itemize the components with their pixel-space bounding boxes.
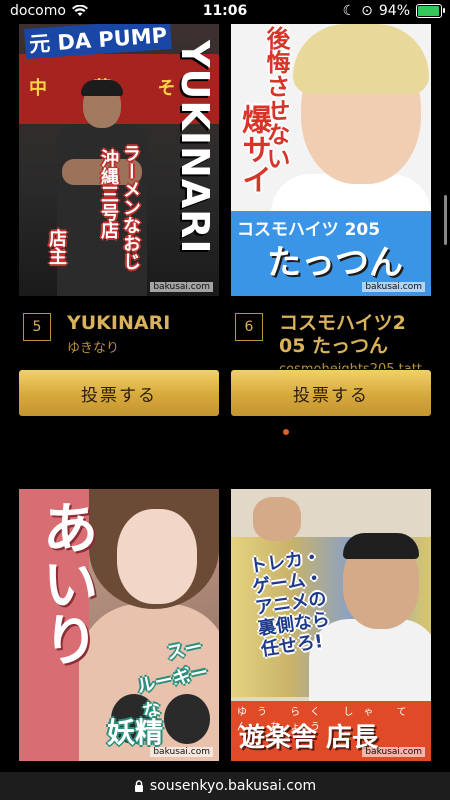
rank-badge: 5 bbox=[23, 313, 51, 341]
orientation-lock-icon: ⊙ bbox=[361, 3, 373, 19]
rank-badge: 6 bbox=[235, 313, 263, 341]
status-right: ☾ ⊙ 94% bbox=[342, 3, 445, 19]
vertical-name: YUKINARI bbox=[173, 40, 217, 255]
url-text: sousenkyo.bakusai.com bbox=[149, 778, 317, 794]
watermark: bakusai.com bbox=[150, 282, 213, 292]
battery-percent: 94% bbox=[378, 3, 410, 19]
band-name: 遊楽舎 店長 bbox=[239, 723, 379, 753]
band-name: たっつん bbox=[267, 243, 403, 283]
decoration-dot bbox=[283, 429, 289, 435]
battery-fill bbox=[418, 6, 439, 16]
person-hair bbox=[293, 24, 429, 94]
status-bar: docomo 11:06 ☾ ⊙ 94% bbox=[0, 0, 450, 24]
lock-icon bbox=[134, 780, 143, 792]
vote-button[interactable]: 投票する bbox=[231, 370, 431, 416]
candidate-kana: cosmoheights205 tatt bbox=[279, 359, 429, 369]
candidate-name-line2[interactable]: 05 たっつん bbox=[279, 334, 388, 358]
candidate-name-line1[interactable]: コスモハイツ2 bbox=[279, 311, 406, 335]
moon-icon: ☾ bbox=[342, 3, 356, 19]
battery-icon bbox=[416, 4, 445, 18]
raised-fist bbox=[253, 497, 301, 541]
person-cap bbox=[81, 80, 123, 96]
catch-copy: トレカ・ ゲーム・ アニメの 裏側なら 任せろ! bbox=[248, 547, 334, 661]
vertical-name: あいり bbox=[33, 499, 98, 667]
candidate-card-image[interactable]: 中 華 そ 元 DA PUMP YUKINARI ラーメンなおじ 沖縄三号店 店… bbox=[19, 24, 219, 296]
candidate-card-image[interactable]: トレカ・ ゲーム・ アニメの 裏側なら 任せろ! ゆう らく しゃ てん ちょう… bbox=[231, 489, 431, 761]
scrollbar[interactable] bbox=[444, 195, 447, 245]
watermark: bakusai.com bbox=[362, 747, 425, 757]
subtitle-line: 店主 bbox=[46, 229, 67, 265]
vote-button[interactable]: 投票する bbox=[19, 370, 219, 416]
url-bar[interactable]: sousenkyo.bakusai.com bbox=[0, 772, 450, 800]
catch-copy: 爆サイ bbox=[236, 104, 271, 194]
person-hair bbox=[343, 533, 419, 559]
catch-copy: 妖精 bbox=[107, 716, 164, 749]
watermark: bakusai.com bbox=[150, 747, 213, 757]
candidate-name[interactable]: YUKINARI bbox=[67, 311, 170, 335]
candidate-card-image[interactable]: 後悔させない 爆サイ コスモハイツ 205 たっつん bakusai.com bbox=[231, 24, 431, 296]
candidate-card-image[interactable]: あいり スーパー ルーキーな 妖精 bakusai.com bbox=[19, 489, 219, 761]
person-face bbox=[117, 509, 197, 604]
candidate-kana: ゆきなり bbox=[67, 341, 120, 356]
subtitle-line: 沖縄三号店 bbox=[98, 149, 119, 239]
watermark: bakusai.com bbox=[362, 282, 425, 292]
